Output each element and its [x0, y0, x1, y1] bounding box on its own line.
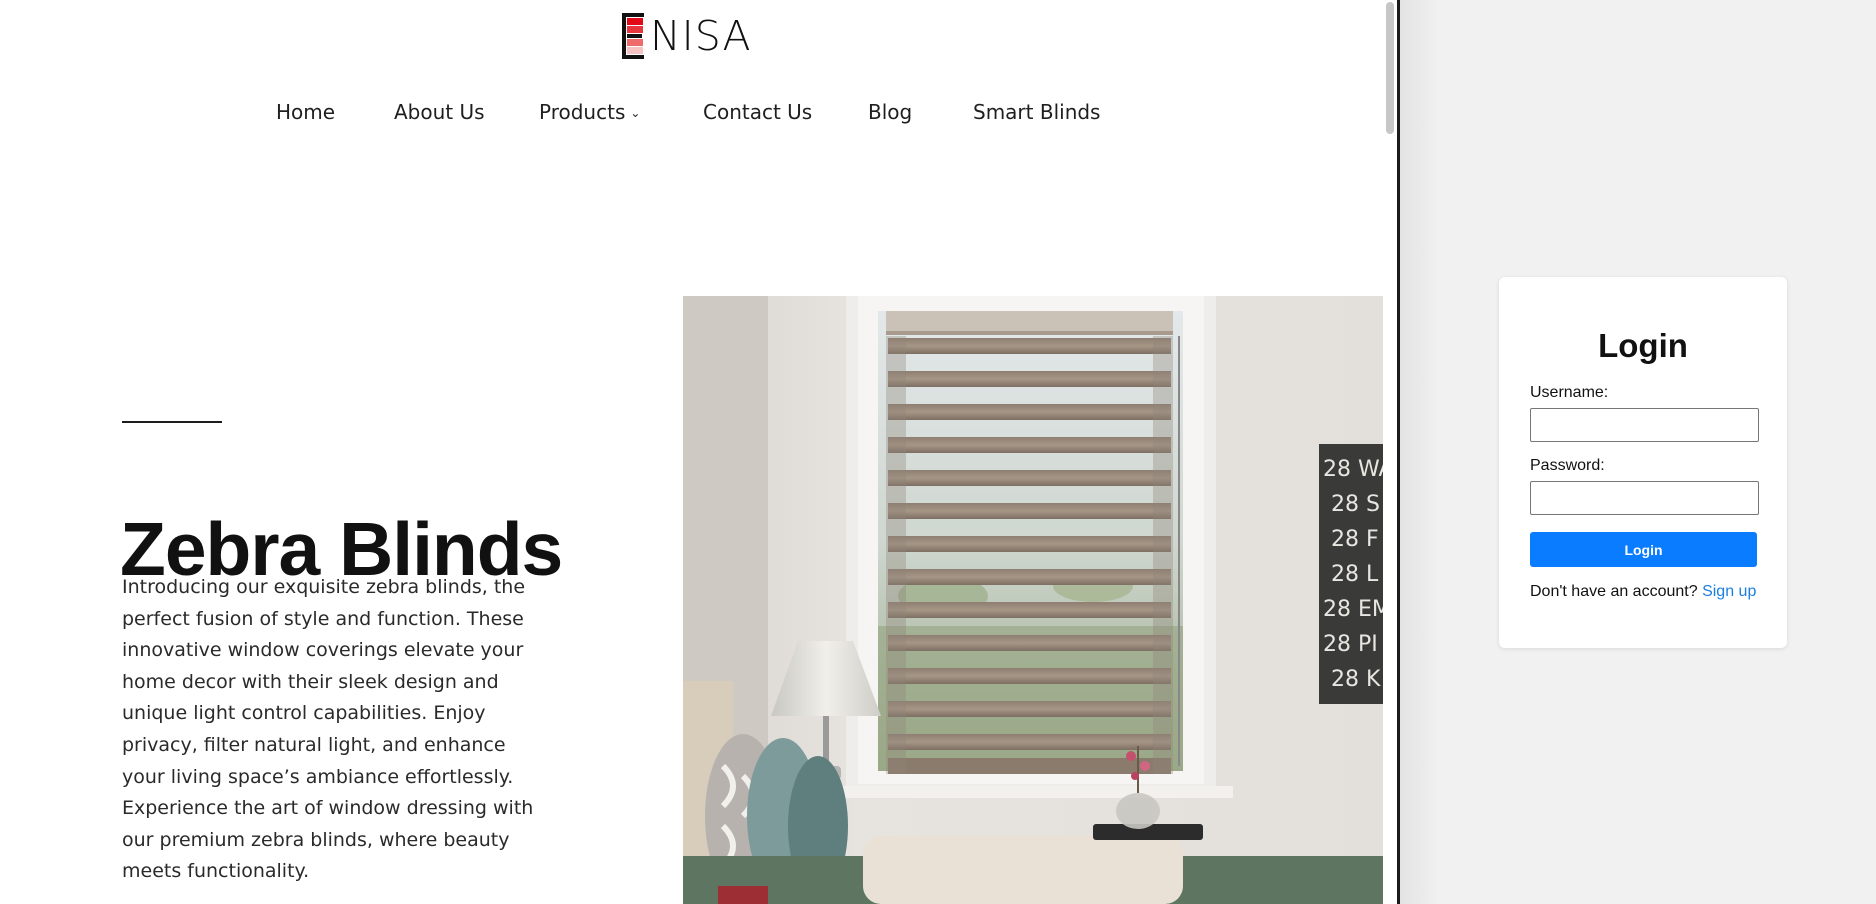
password-label: Password: — [1530, 457, 1605, 474]
nav-item-contact-us[interactable]: Contact Us — [703, 100, 812, 124]
nav-item-blog[interactable]: Blog — [868, 100, 912, 124]
sign-line: 28 PI — [1323, 632, 1378, 657]
signup-link[interactable]: Sign up — [1702, 583, 1756, 600]
nav-item-products-label: Products — [539, 100, 626, 124]
login-card: Login Username: Password: Login Don't ha… — [1499, 277, 1787, 648]
username-input[interactable] — [1530, 408, 1759, 442]
website-page: NISA Home About Us Products ⌄ Contact Us … — [0, 0, 1397, 904]
username-label: Username: — [1530, 384, 1609, 401]
nav-item-smart-blinds[interactable]: Smart Blinds — [973, 100, 1100, 124]
login-button[interactable]: Login — [1530, 532, 1757, 567]
hero-description: Introducing our exquisite zebra blinds, … — [122, 576, 534, 883]
sign-line: 28 EM — [1323, 597, 1383, 622]
sign-line: 28 F — [1331, 527, 1379, 552]
brand-name: NISA — [650, 11, 752, 60]
signup-row: Don't have an account? Sign up — [1530, 583, 1780, 601]
main-navigation: Home About Us Products ⌄ Contact Us Blog … — [0, 100, 1383, 130]
nav-item-home[interactable]: Home — [276, 100, 335, 124]
login-title: Login — [1598, 327, 1688, 364]
scrollbar-thumb[interactable] — [1386, 2, 1394, 134]
zebra-blinds-photo: 28 WA 28 S 28 F 28 L 28 EM 28 PI 28 K — [683, 296, 1383, 904]
sign-line: 28 S — [1331, 492, 1380, 517]
sign-line: 28 L — [1331, 562, 1379, 587]
pane-shadow — [1400, 0, 1440, 904]
page-scrollbar[interactable] — [1383, 0, 1397, 904]
logo-mark-icon — [620, 12, 648, 60]
sign-line: 28 K — [1331, 667, 1381, 692]
hero-divider — [122, 421, 222, 423]
signup-prompt: Don't have an account? — [1530, 583, 1698, 600]
brand-logo[interactable]: NISA — [620, 10, 752, 62]
sign-line: 28 WA — [1323, 457, 1383, 482]
password-input[interactable] — [1530, 481, 1759, 515]
chevron-down-icon: ⌄ — [630, 106, 641, 120]
nav-item-about-us[interactable]: About Us — [394, 100, 485, 124]
nav-item-products[interactable]: Products ⌄ — [539, 100, 640, 124]
